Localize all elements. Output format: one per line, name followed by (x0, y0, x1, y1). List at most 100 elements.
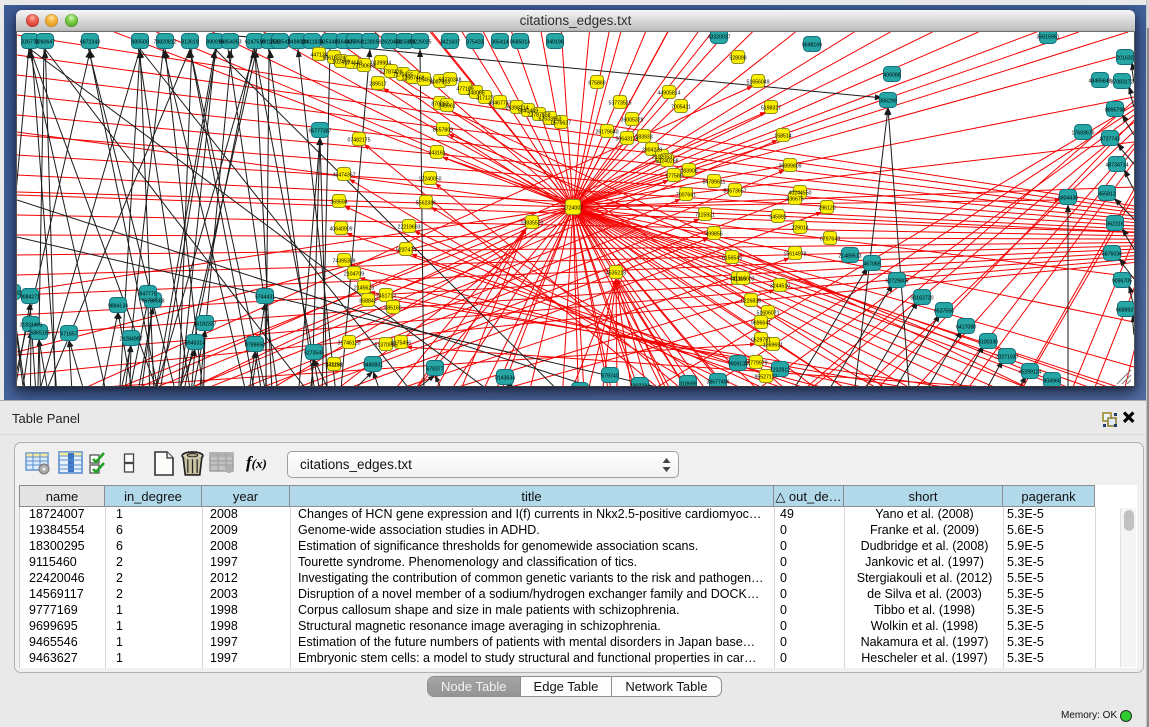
svg-text:0143634: 0143634 (495, 376, 515, 382)
svg-text:84789611: 84789611 (703, 180, 726, 186)
svg-text:365414: 365414 (491, 40, 508, 46)
svg-text:678377: 678377 (426, 367, 443, 373)
svg-text:980500: 980500 (131, 40, 148, 46)
svg-text:21489513: 21489513 (838, 254, 861, 260)
svg-text:9237474: 9237474 (396, 248, 416, 254)
svg-text:5698169: 5698169 (802, 43, 822, 49)
svg-text:836675: 836675 (786, 197, 803, 203)
svg-text:35182337: 35182337 (193, 322, 216, 328)
svg-text:9696641: 9696641 (751, 321, 771, 327)
svg-text:5273545: 5273545 (304, 351, 324, 357)
svg-text:17240050: 17240050 (418, 177, 441, 183)
svg-text:366299: 366299 (879, 99, 896, 105)
svg-text:6797643: 6797643 (820, 237, 840, 243)
svg-text:3100330: 3100330 (978, 340, 998, 346)
svg-text:4535218: 4535218 (606, 271, 626, 277)
svg-text:6417080: 6417080 (956, 325, 976, 331)
svg-text:26284987: 26284987 (119, 337, 142, 343)
svg-text:9894134: 9894134 (108, 304, 128, 310)
svg-text:12779979: 12779979 (744, 361, 767, 367)
svg-text:904966: 904966 (1043, 379, 1060, 385)
svg-text:5198327: 5198327 (761, 106, 781, 112)
svg-text:0576627: 0576627 (551, 121, 571, 127)
svg-text:23271937: 23271937 (995, 355, 1018, 361)
svg-text:95527177: 95527177 (754, 375, 777, 381)
svg-text:44905814: 44905814 (657, 91, 680, 97)
svg-text:318699: 318699 (679, 382, 696, 388)
svg-text:0260647: 0260647 (35, 40, 55, 46)
svg-text:455812: 455812 (1098, 192, 1115, 198)
svg-text:26179640: 26179640 (595, 130, 618, 136)
svg-text:0139904: 0139904 (371, 61, 391, 67)
svg-text:467065: 467065 (863, 262, 880, 268)
svg-text:62729806: 62729806 (885, 279, 908, 285)
svg-text:3421607: 3421607 (440, 40, 460, 46)
svg-text:201632: 201632 (1116, 56, 1133, 62)
svg-text:48465648: 48465648 (1088, 79, 1111, 85)
svg-text:51606071: 51606071 (756, 311, 779, 317)
svg-text:183933: 183933 (635, 135, 652, 141)
svg-text:947775: 947775 (139, 292, 156, 298)
svg-text:158514: 158514 (774, 134, 791, 140)
svg-text:6804436: 6804436 (1058, 196, 1078, 202)
svg-text:5876036: 5876036 (1102, 252, 1122, 258)
svg-text:858842: 858842 (359, 299, 376, 305)
svg-text:31746120: 31746120 (337, 341, 360, 347)
svg-text:6537556: 6537556 (934, 309, 954, 315)
svg-text:7005411: 7005411 (671, 105, 691, 111)
svg-text:78820812: 78820812 (153, 40, 176, 46)
svg-text:6156545: 6156545 (722, 256, 742, 262)
svg-text:48734714: 48734714 (1105, 163, 1128, 169)
svg-text:36899809: 36899809 (778, 164, 801, 170)
svg-text:7007661: 7007661 (676, 193, 696, 199)
svg-text:99854353: 99854353 (218, 40, 241, 46)
svg-text:9096705: 9096705 (1112, 279, 1132, 285)
svg-text:40369003: 40369003 (731, 277, 754, 283)
svg-text:53773515: 53773515 (608, 101, 631, 107)
svg-text:6226838: 6226838 (741, 299, 761, 305)
svg-text:45299124: 45299124 (1018, 370, 1041, 376)
svg-text:43320037: 43320037 (707, 35, 730, 41)
svg-text:38677496: 38677496 (706, 380, 729, 386)
svg-text:783908: 783908 (680, 169, 697, 175)
svg-text:1902294: 1902294 (630, 384, 650, 388)
svg-text:913619: 913619 (181, 40, 198, 46)
svg-text:1369681: 1369681 (763, 343, 783, 349)
svg-text:46474367: 46474367 (332, 173, 355, 179)
svg-text:40640909: 40640909 (329, 227, 352, 233)
svg-text:679740: 679740 (601, 374, 618, 380)
svg-text:95777387: 95777387 (308, 129, 331, 135)
svg-text:87083172: 87083172 (1110, 80, 1133, 86)
svg-text:406088: 406088 (883, 73, 900, 79)
svg-text:671657: 671657 (60, 332, 77, 338)
svg-text:1232812: 1232812 (770, 368, 790, 374)
svg-text:90162720: 90162720 (910, 296, 933, 302)
svg-text:51656049: 51656049 (746, 80, 769, 86)
svg-text:05865185: 05865185 (27, 331, 50, 337)
svg-text:362316: 362316 (1106, 222, 1123, 228)
svg-text:5562386: 5562386 (416, 201, 436, 207)
svg-text:8727743: 8727743 (1100, 137, 1120, 143)
svg-text:499856: 499856 (705, 232, 722, 238)
svg-text:6688937: 6688937 (1116, 308, 1134, 314)
svg-text:50240268: 50240268 (655, 159, 678, 165)
svg-text:35615951: 35615951 (1036, 35, 1059, 41)
svg-text:22219693: 22219693 (397, 225, 420, 231)
svg-text:8657809: 8657809 (433, 128, 453, 134)
svg-text:369594: 369594 (330, 200, 347, 206)
svg-text:8685014: 8685014 (510, 40, 530, 46)
svg-text:2904228: 2904228 (642, 148, 662, 154)
svg-text:18835523: 18835523 (520, 221, 543, 227)
svg-text:3244510: 3244510 (770, 284, 790, 290)
svg-text:83673657: 83673657 (723, 189, 746, 195)
svg-text:74395339: 74395339 (332, 259, 355, 265)
svg-text:6945314: 6945314 (185, 341, 205, 347)
svg-text:3799650: 3799650 (245, 343, 265, 349)
svg-text:51370985: 51370985 (374, 343, 397, 349)
svg-text:6872343: 6872343 (80, 40, 100, 46)
svg-text:95788568: 95788568 (141, 299, 164, 305)
svg-text:296120: 296120 (818, 206, 835, 212)
svg-text:685160: 685160 (384, 306, 401, 312)
svg-text:545991: 545991 (769, 215, 786, 221)
svg-text:675869: 675869 (588, 81, 605, 87)
